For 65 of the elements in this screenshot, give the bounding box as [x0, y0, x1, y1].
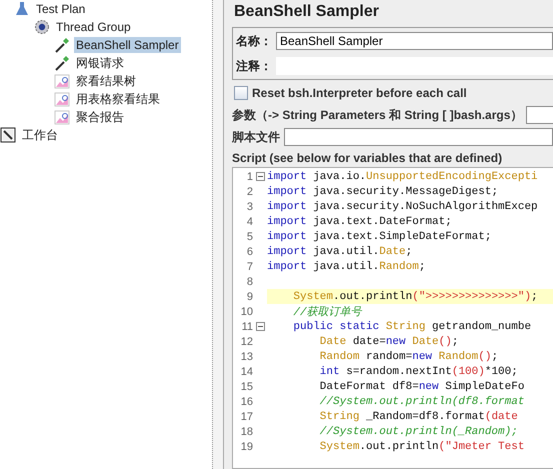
- code-line: public static String getrandom_numbe: [292, 320, 532, 332]
- tree-item[interactable]: BeanShell Sampler: [74, 37, 181, 53]
- code-line: System.out.println("Jmeter Test: [318, 440, 524, 452]
- line-number: 5: [246, 230, 253, 242]
- line-number: 2: [246, 186, 253, 198]
- code-line: Random random=new Random();: [318, 350, 498, 362]
- fold-icon[interactable]: [256, 322, 264, 331]
- line-number: 7: [246, 260, 253, 272]
- line-number: 17: [240, 410, 253, 422]
- line-number: 6: [246, 246, 253, 258]
- name-field[interactable]: BeanShell Sampler: [276, 32, 553, 50]
- params-label: 参数（-> String Parameters 和 String [ ]bash.args）: [232, 106, 522, 124]
- line-number: 14: [240, 366, 253, 378]
- line-number: 9: [246, 290, 253, 302]
- code-line: import java.text.DateFormat;: [267, 216, 452, 228]
- script-file-field[interactable]: [284, 128, 553, 146]
- line-number: 8: [246, 276, 253, 288]
- name-label: 名称：: [236, 32, 272, 50]
- workbench-icon: [0, 127, 16, 143]
- flask-icon: [14, 1, 30, 17]
- tree-item[interactable]: Test Plan: [34, 1, 88, 17]
- line-number: 15: [240, 380, 253, 392]
- code-line: DateFormat df8=new SimpleDateFo: [318, 380, 524, 392]
- code-line: Date date=new Date();: [318, 336, 458, 348]
- fold-icon[interactable]: [256, 172, 264, 181]
- tree-item[interactable]: 工作台: [20, 126, 60, 144]
- code-editor[interactable]: [232, 167, 553, 469]
- line-number: 18: [240, 426, 253, 438]
- chart-icon: [54, 73, 70, 89]
- code-line: //System.out.println(_Random);: [318, 426, 518, 438]
- tree-item[interactable]: Thread Group: [54, 19, 133, 35]
- code-line: String _Random=df8.format(date: [318, 410, 518, 422]
- code-line: //获取订单号: [292, 305, 362, 319]
- line-number: 19: [240, 440, 253, 452]
- line-number: 12: [240, 336, 253, 348]
- checkbox[interactable]: [234, 86, 248, 100]
- chart-icon: [54, 109, 70, 125]
- code-line: import java.util.Date;: [267, 246, 412, 258]
- line-number: 4: [246, 216, 253, 228]
- pipette-icon: [54, 37, 70, 53]
- panel-title: BeanShell Sampler: [233, 2, 380, 22]
- line-number: 1: [246, 170, 253, 182]
- code-line: import java.io.UnsupportedEncodingExcepti: [267, 170, 538, 182]
- chart-icon: [54, 91, 70, 107]
- tree-item[interactable]: 用表格察看结果: [74, 90, 162, 108]
- code-line: import java.text.SimpleDateFormat;: [267, 230, 492, 242]
- comment-label: 注释：: [236, 58, 272, 74]
- script-label: Script (see below for variables that are defined): [232, 151, 504, 165]
- line-number: 13: [240, 350, 253, 362]
- checkbox-label: Reset bsh.Interpreter before each call: [252, 86, 467, 100]
- line-number: 10: [240, 306, 253, 318]
- tree-item[interactable]: 察看结果树: [74, 72, 138, 90]
- line-number: 16: [240, 396, 253, 408]
- script-file-label: 脚本文件: [232, 128, 280, 146]
- code-line: //System.out.println(df8.format: [318, 396, 524, 408]
- code-line: import java.security.MessageDigest;: [267, 186, 498, 198]
- code-line: int s=random.nextInt(100)*100;: [318, 366, 518, 378]
- line-number: 3: [246, 200, 253, 212]
- gear-icon: [34, 19, 50, 35]
- code-line: import java.util.Random;: [267, 260, 426, 272]
- code-line: import java.security.NoSuchAlgorithmExcep: [267, 200, 538, 212]
- pipette-icon: [54, 55, 70, 71]
- tree-item[interactable]: 网银请求: [74, 54, 126, 72]
- line-number: 11: [240, 320, 253, 332]
- tree-item[interactable]: 聚合报告: [74, 108, 126, 126]
